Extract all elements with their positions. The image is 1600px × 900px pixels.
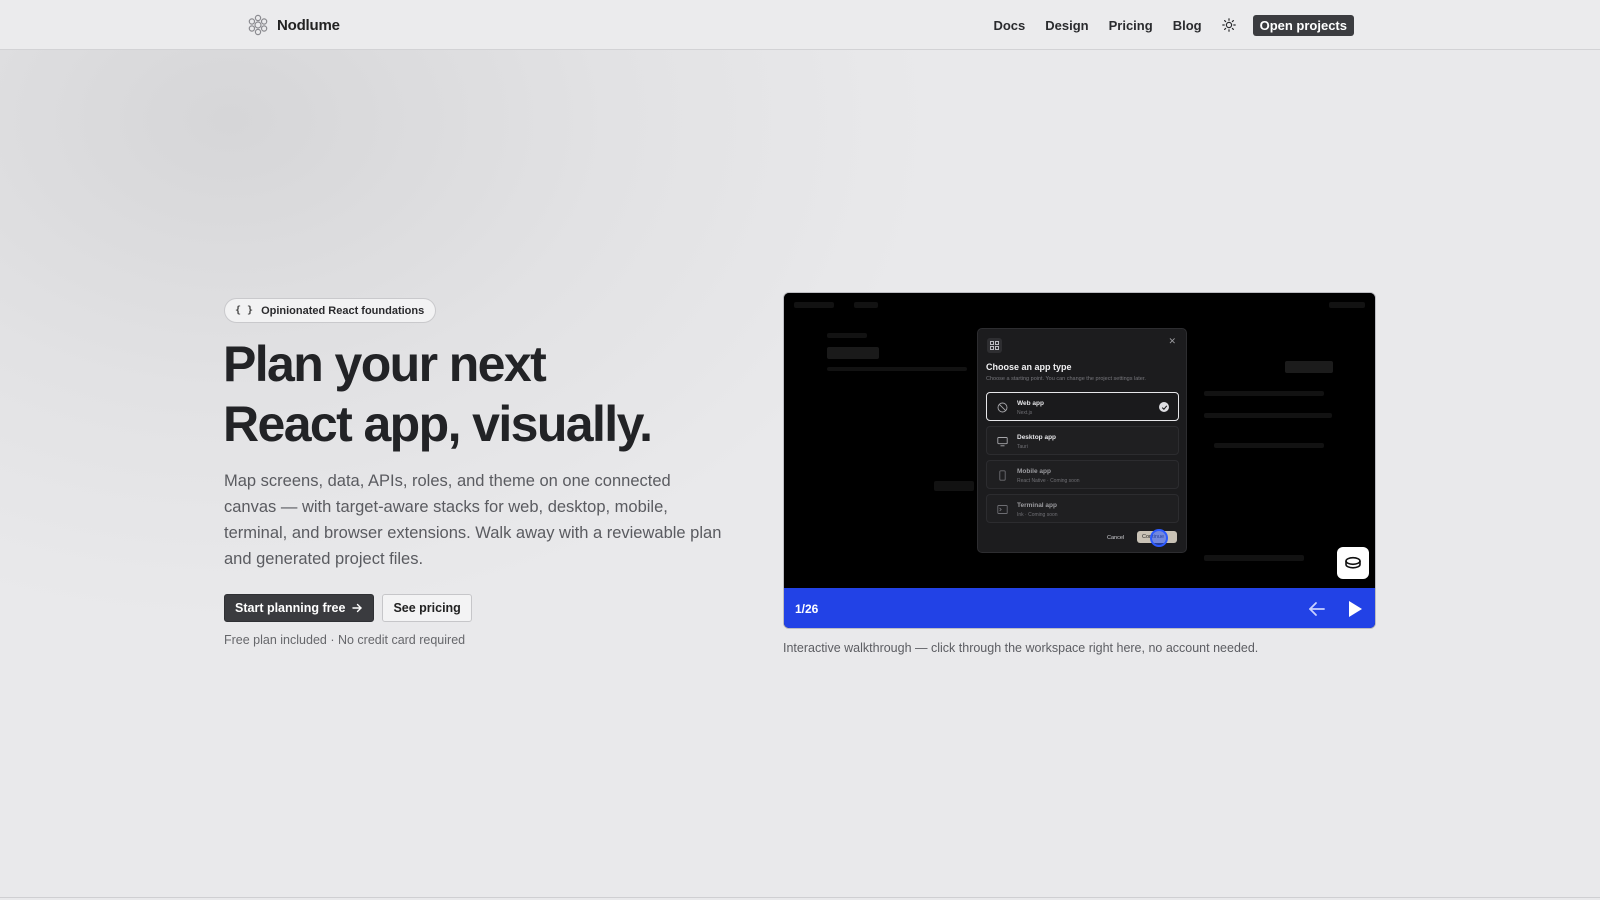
click-indicator [1150, 529, 1168, 547]
page-divider [0, 897, 1600, 898]
option-terminal-app[interactable]: Terminal app Ink · Coming soon [986, 494, 1179, 523]
ghost-empty-state [934, 481, 974, 491]
option-desc: Ink · Coming soon [1017, 512, 1058, 518]
feature-badge-label: Opinionated React foundations [261, 304, 425, 317]
see-pricing-button[interactable]: See pricing [382, 594, 472, 622]
option-desc: Next.js [1017, 410, 1033, 416]
grid-icon [987, 338, 1002, 353]
walkthrough-caption: Interactive walkthrough — click through … [783, 641, 1259, 655]
nav-pricing[interactable]: Pricing [1109, 18, 1153, 33]
ghost-side-row-1 [1204, 413, 1332, 418]
ghost-side-row-2 [1214, 443, 1324, 448]
option-label: Mobile app [1017, 468, 1051, 475]
arrow-left-icon[interactable] [1307, 600, 1327, 618]
nav-docs[interactable]: Docs [993, 18, 1025, 33]
logo-icon [248, 14, 268, 36]
step-counter: 1/26 [795, 602, 819, 616]
ghost-tab [854, 302, 878, 308]
ghost-breadcrumb [827, 333, 867, 338]
globe-icon [997, 402, 1008, 413]
option-desc: Tauri [1017, 444, 1028, 450]
option-label: Terminal app [1017, 502, 1057, 509]
option-label: Desktop app [1017, 434, 1057, 441]
phone-icon [999, 470, 1006, 481]
start-planning-button[interactable]: Start planning free [224, 594, 375, 622]
ghost-new-button [1285, 361, 1333, 373]
feature-badge: { } Opinionated React foundations [224, 298, 437, 323]
top-navigation-bar: Nodlume Docs Design Pricing Blog Open pr… [0, 0, 1600, 50]
hero-title-line-2: React app, visually. [223, 396, 653, 452]
hero-description: Map screens, data, APIs, roles, and them… [224, 472, 722, 568]
braces-icon: { } [235, 305, 254, 316]
brand[interactable]: Nodlume [246, 13, 340, 37]
option-mobile-app[interactable]: Mobile app React Native · Coming soon [986, 460, 1179, 489]
option-label: Web app [1017, 400, 1044, 407]
theme-toggle-button[interactable] [1221, 17, 1237, 33]
ghost-page-heading [827, 347, 879, 359]
walkthrough-badge-button[interactable] [1337, 547, 1369, 579]
modal-title: Choose an app type [986, 362, 1072, 372]
terminal-icon [997, 505, 1008, 514]
option-desktop-app[interactable]: Desktop app Tauri [986, 426, 1179, 455]
sun-icon [1221, 18, 1236, 32]
monitor-icon [997, 437, 1008, 447]
ghost-side-row-3 [1204, 555, 1304, 561]
hero-title-line-1: Plan your next [223, 336, 547, 392]
ghost-top-actions [1329, 302, 1365, 308]
play-icon[interactable] [1345, 599, 1365, 619]
modal-subtitle: Choose a starting point. You can change … [986, 376, 1146, 382]
app-type-modal: ✕ Choose an app type Choose a starting p… [977, 328, 1187, 553]
nav-design[interactable]: Design [1045, 18, 1088, 33]
ghost-topbar [794, 302, 834, 308]
modal-cancel-button[interactable]: Cancel [1107, 535, 1124, 541]
brand-name: Nodlume [277, 16, 340, 34]
walkthrough-player[interactable]: ✕ Choose an app type Choose a starting p… [783, 292, 1376, 629]
nav-blog[interactable]: Blog [1173, 18, 1202, 33]
walkthrough-screen[interactable]: ✕ Choose an app type Choose a starting p… [784, 293, 1375, 588]
walkthrough-controls: 1/26 [784, 588, 1375, 628]
check-icon [1159, 402, 1169, 412]
open-projects-button[interactable]: Open projects [1252, 14, 1354, 36]
arrow-right-icon [352, 603, 363, 613]
ghost-side-panel [1204, 391, 1324, 396]
cta-note: Free plan included · No credit card requ… [224, 633, 466, 647]
start-planning-label: Start planning free [235, 601, 346, 615]
stack-icon [1345, 556, 1361, 569]
option-web-app[interactable]: Web app Next.js [986, 392, 1179, 421]
option-desc: React Native · Coming soon [1017, 478, 1080, 484]
cta-row: Start planning free See pricing [224, 594, 472, 622]
main-nav: Docs Design Pricing Blog Open projects [973, 13, 1354, 37]
close-icon[interactable]: ✕ [1168, 336, 1176, 347]
hero-title: Plan your next React app, visually. [223, 334, 743, 454]
ghost-page-subtitle [827, 367, 967, 371]
